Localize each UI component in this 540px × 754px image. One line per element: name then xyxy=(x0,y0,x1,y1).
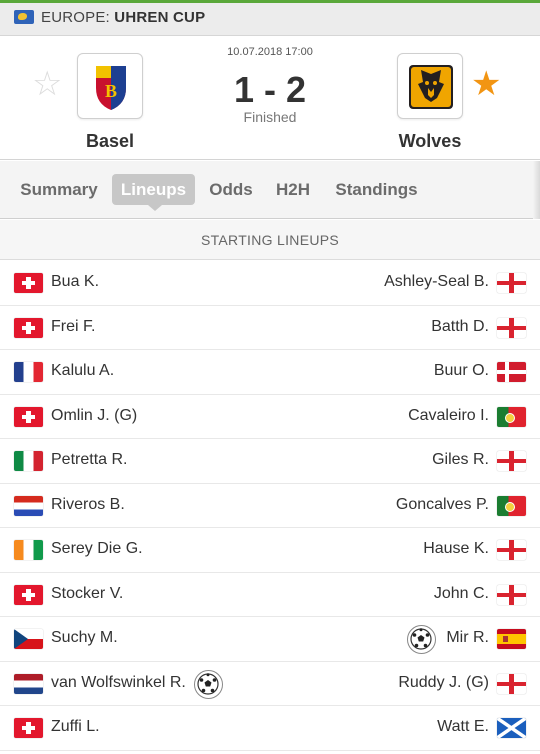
section-title: STARTING LINEUPS xyxy=(200,232,340,248)
flag-dk-icon xyxy=(497,362,526,382)
lineup-row: Stocker V. John C. xyxy=(0,573,540,617)
league-name: UHREN CUP xyxy=(114,9,206,26)
home-player-name[interactable]: van Wolfswinkel R. xyxy=(51,674,186,692)
svg-text:B: B xyxy=(105,81,117,101)
flag-ch-icon xyxy=(14,718,43,738)
away-player-name[interactable]: John C. xyxy=(434,585,489,603)
home-player-name[interactable]: Riveros B. xyxy=(51,496,125,514)
league-header[interactable]: EUROPE: UHREN CUP xyxy=(0,0,540,36)
home-player-name[interactable]: Serey Die G. xyxy=(51,540,143,558)
tab-odds[interactable]: Odds xyxy=(203,174,259,205)
home-player-name[interactable]: Frei F. xyxy=(51,318,95,336)
active-tab-pointer xyxy=(148,205,162,211)
flag-pt-icon xyxy=(497,495,526,516)
lineup-row: Suchy M. Mir R. xyxy=(0,617,540,662)
favorite-star-icon-away[interactable]: ★ xyxy=(471,67,501,101)
top-accent-bar xyxy=(0,0,540,3)
away-player-name[interactable]: Goncalves P. xyxy=(396,496,489,514)
away-player-name[interactable]: Ashley-Seal B. xyxy=(384,273,489,291)
league-title: EUROPE: UHREN CUP xyxy=(41,9,205,26)
tab-h2h[interactable]: H2H xyxy=(268,174,318,205)
away-player-name[interactable]: Watt E. xyxy=(437,718,489,736)
flag-py-icon xyxy=(14,495,43,516)
match-tabs: Summary Lineups Odds H2H Standings xyxy=(0,161,540,219)
flag-en-icon xyxy=(497,273,526,293)
home-player-name[interactable]: Kalulu A. xyxy=(51,362,114,380)
lineup-row: Riveros B. Goncalves P. xyxy=(0,484,540,528)
home-player-name[interactable]: Suchy M. xyxy=(51,629,118,647)
globe-icon xyxy=(14,10,34,24)
flag-sc-icon xyxy=(497,718,526,738)
lineup-row: Bua K. Ashley-Seal B. xyxy=(0,261,540,306)
match-status: Finished xyxy=(243,109,297,125)
lineup-row: Zuffi L. Watt E. xyxy=(0,706,540,751)
home-player-name[interactable]: Bua K. xyxy=(51,273,99,291)
flag-ch-icon xyxy=(14,584,43,605)
flag-it-icon xyxy=(14,451,43,471)
wolves-logo[interactable] xyxy=(397,53,463,119)
section-header: STARTING LINEUPS xyxy=(0,220,540,260)
flag-en-icon xyxy=(497,317,526,338)
flag-es-icon xyxy=(497,629,526,649)
away-player-name[interactable]: Buur O. xyxy=(434,362,489,380)
home-player-name[interactable]: Omlin J. (G) xyxy=(51,407,137,425)
league-label: EUROPE: xyxy=(41,9,110,26)
flag-ch-icon xyxy=(14,317,43,338)
goal-ball-icon xyxy=(194,669,223,699)
away-player-name[interactable]: Hause K. xyxy=(423,540,489,558)
tab-standings[interactable]: Standings xyxy=(327,174,426,205)
lineup-row: Omlin J. (G) Cavaleiro I. xyxy=(0,395,540,439)
away-player-name[interactable]: Cavaleiro I. xyxy=(408,407,489,425)
flag-ci-icon xyxy=(14,540,43,560)
home-team-name[interactable]: Basel xyxy=(50,131,170,152)
lineup-row: Frei F. Batth D. xyxy=(0,306,540,350)
away-player-name[interactable]: Mir R. xyxy=(446,629,489,647)
lineup-row: Kalulu A. Buur O. xyxy=(0,350,540,395)
flag-ch-icon xyxy=(14,273,43,293)
goal-ball-icon xyxy=(407,625,436,654)
flag-en-icon xyxy=(497,673,526,694)
lineups-list: Bua K. Ashley-Seal B. Frei F. Batth D. Kalul… xyxy=(0,261,540,751)
flag-en-icon xyxy=(497,451,526,471)
home-player-name[interactable]: Zuffi L. xyxy=(51,718,100,736)
away-player-name[interactable]: Ruddy J. (G) xyxy=(398,674,489,692)
tabs-scroll-shadow xyxy=(533,161,540,219)
flag-cz-icon xyxy=(14,629,43,649)
tab-summary[interactable]: Summary xyxy=(13,174,105,205)
basel-logo[interactable]: B xyxy=(77,53,143,119)
flag-en-icon xyxy=(497,584,526,605)
flag-pt-icon xyxy=(497,406,526,427)
flag-en-icon xyxy=(497,540,526,560)
match-score: 1 - 2 xyxy=(233,69,307,110)
home-player-name[interactable]: Petretta R. xyxy=(51,451,127,469)
flag-ch-icon xyxy=(14,406,43,427)
lineup-row: van Wolfswinkel R. Ruddy J. (G) xyxy=(0,662,540,706)
match-datetime: 10.07.2018 17:00 xyxy=(227,46,313,58)
favorite-star-icon-home[interactable]: ☆ xyxy=(32,67,62,101)
home-player-name[interactable]: Stocker V. xyxy=(51,585,123,603)
away-team-name[interactable]: Wolves xyxy=(370,131,490,152)
flag-nl-icon xyxy=(14,673,43,694)
tab-lineups[interactable]: Lineups xyxy=(112,174,195,205)
match-header: ☆ B ★ Basel Wolves 10.07.2018 17:00 1 - … xyxy=(0,37,540,160)
lineup-row: Petretta R. Giles R. xyxy=(0,439,540,484)
flag-fr-icon xyxy=(14,362,43,382)
lineup-row: Serey Die G. Hause K. xyxy=(0,528,540,573)
away-player-name[interactable]: Batth D. xyxy=(431,318,489,336)
away-player-name[interactable]: Giles R. xyxy=(432,451,489,469)
